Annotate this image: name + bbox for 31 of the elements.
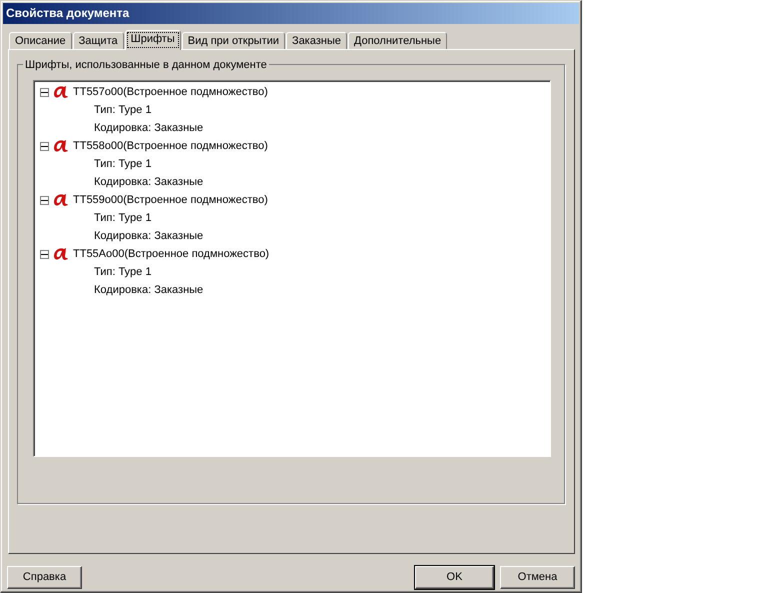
- font-icon: [52, 139, 69, 153]
- tab[interactable]: Защита: [72, 32, 124, 49]
- tab[interactable]: Шрифты: [124, 30, 181, 50]
- font-name[interactable]: TT558o00(Встроенное подмножество): [73, 138, 268, 154]
- font-property: Кодировка: Заказные: [94, 284, 204, 296]
- dialog-button[interactable]: Отмена: [500, 566, 575, 589]
- collapse-toggle-icon[interactable]: [40, 250, 49, 258]
- collapse-toggle-icon[interactable]: [40, 142, 49, 150]
- font-property: Тип: Type 1: [94, 158, 152, 170]
- dialog-button[interactable]: OK: [415, 566, 494, 589]
- font-property: Тип: Type 1: [94, 104, 152, 116]
- font-property: Тип: Type 1: [94, 212, 152, 224]
- font-icon: [52, 247, 69, 261]
- font-name[interactable]: TT559o00(Встроенное подмножество): [73, 192, 268, 208]
- font-name[interactable]: TT557o00(Встроенное подмножество): [73, 84, 268, 100]
- font-property: Тип: Type 1: [94, 266, 152, 278]
- tab[interactable]: Дополнительные: [348, 32, 448, 49]
- font-property: Кодировка: Заказные: [94, 122, 204, 134]
- window-title: Свойства документа: [3, 3, 579, 24]
- group-title: Шрифты, использованные в данном документе: [23, 57, 269, 74]
- font-property: Кодировка: Заказные: [94, 230, 204, 242]
- font-property: Кодировка: Заказные: [94, 176, 204, 188]
- tab[interactable]: Описание: [9, 32, 72, 49]
- tab[interactable]: Вид при открытии: [182, 32, 286, 49]
- collapse-toggle-icon[interactable]: [40, 196, 49, 204]
- collapse-toggle-icon[interactable]: [40, 88, 49, 96]
- help-button[interactable]: Справка: [7, 566, 82, 589]
- font-name[interactable]: TT55Ao00(Встроенное подмножество): [73, 246, 270, 262]
- tab[interactable]: Заказные: [286, 32, 347, 49]
- font-icon: [52, 193, 69, 207]
- font-icon: [52, 85, 69, 99]
